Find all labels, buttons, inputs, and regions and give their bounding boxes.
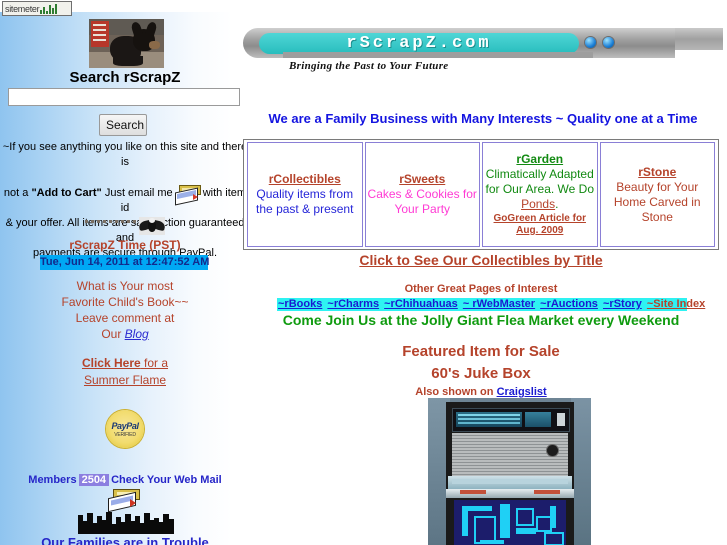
time-label: rScrapZ Time (PST) — [69, 238, 181, 252]
page-root: sitemeter Search rScrapZ Search ~If you … — [0, 0, 727, 545]
featured-item-name: 60's Juke Box — [431, 365, 531, 382]
sitemeter-badge[interactable]: sitemeter — [2, 1, 72, 16]
category-desc-rcollectibles: Quality items from the past & present — [256, 187, 354, 216]
banner-jewel-icon-1 — [585, 37, 596, 48]
nav-link-rbooks[interactable]: ~rBooks — [278, 298, 322, 310]
email-icon[interactable] — [174, 185, 201, 206]
nav-link-rcharms[interactable]: ~rCharms — [327, 298, 379, 310]
blurb-line-2a: not a — [3, 187, 32, 199]
category-desc-rstone: Beauty for Your Home Carved in Stone — [613, 179, 701, 224]
blurb-line-2c: Just email me — [101, 187, 173, 199]
paypal-verified-text: VERIFIED — [114, 432, 136, 438]
search-heading: Search rScrapZ — [69, 69, 181, 86]
craigslist-link[interactable]: Craigslist — [497, 386, 547, 398]
site-banner: rScrapZ.com Bringing the Past to Your Fu… — [243, 28, 723, 84]
category-desc-rgarden: Climatically Adapted for Our Area. We Do… — [484, 167, 596, 212]
category-desc-rsweets: Cakes & Cookies for Your Party — [367, 187, 477, 216]
also-shown-row: Also shown on Craigslist — [243, 386, 719, 398]
members-label: Members — [28, 474, 77, 486]
nav-link-rwebmaster[interactable]: ~ rWebMaster — [463, 298, 535, 310]
category-table: rCollectibles Quality items from the pas… — [243, 139, 719, 250]
nav-link-rchihuahuas[interactable]: ~rChihuahuas — [384, 298, 458, 310]
banner-jewel-icon-2 — [603, 37, 614, 48]
search-input[interactable] — [8, 88, 240, 106]
dashed-rule — [85, 220, 139, 224]
blog-line-3: Leave comment at — [75, 311, 175, 325]
eagle-divider — [0, 217, 250, 237]
ponds-link[interactable]: Ponds — [521, 197, 555, 211]
blog-line-1: What is Your most — [76, 279, 174, 293]
families-caption: Our Families are in Trouble — [41, 535, 209, 545]
rgarden-desc-period: . — [555, 197, 559, 211]
for-a-text: for a — [140, 356, 169, 370]
blurb-line-1: ~If you see anything you like on this si… — [2, 141, 248, 168]
families-silhouette-image — [62, 510, 190, 534]
chihuahua-photo — [89, 19, 164, 68]
nav-link-rauctions[interactable]: ~rAuctions — [540, 298, 598, 310]
category-title-rstone[interactable]: rStone — [638, 165, 676, 179]
nav-link-rstory[interactable]: ~rStory — [603, 298, 642, 310]
paypal-verified-seal[interactable]: PayPal VERIFIED — [104, 408, 146, 450]
featured-item-heading: Featured Item for Sale — [402, 343, 560, 360]
category-title-rgarden[interactable]: rGarden — [516, 152, 563, 166]
paypal-wordmark: PayPal — [111, 421, 139, 431]
summer-flame-promo: Click Here for a Summer Flame — [0, 355, 250, 389]
add-to-cart-text: "Add to Cart" — [31, 187, 102, 199]
members-webmail-row: Members 2504 Check Your Web Mail — [0, 474, 250, 486]
category-cell-rcollectibles[interactable]: rCollectibles Quality items from the pas… — [247, 142, 363, 247]
flea-market-announcement: Come Join Us at the Jolly Giant Flea Mar… — [282, 312, 680, 328]
also-shown-prefix: Also shown on — [415, 386, 497, 398]
category-cell-rgarden[interactable]: rGarden Climatically Adapted for Our Are… — [482, 142, 598, 247]
summer-flame-link-2[interactable]: Summer Flame — [84, 373, 166, 387]
category-title-rcollectibles[interactable]: rCollectibles — [269, 172, 341, 186]
nav-link-site-index[interactable]: ~Site Index — [647, 298, 705, 310]
banner-pill: rScrapZ.com — [259, 33, 579, 54]
see-collectibles-link[interactable]: Click to See Our Collectibles by Title — [243, 252, 719, 268]
category-cell-rstone[interactable]: rStone Beauty for Your Home Carved in St… — [599, 142, 715, 247]
rgarden-desc-text: Climatically Adapted for Our Area. We Do — [485, 167, 595, 196]
search-button[interactable]: Search — [99, 114, 147, 136]
jukebox-photo[interactable] — [428, 398, 591, 545]
site-title: rScrapZ.com — [346, 34, 492, 53]
webmail-label[interactable]: Check Your Web Mail — [111, 474, 222, 486]
blog-link[interactable]: Blog — [125, 327, 149, 341]
nav-links-row: ~rBooks ~rCharms ~rChihuahuas ~ rWebMast… — [277, 298, 705, 311]
members-counter: 2504 — [78, 474, 110, 486]
category-title-rsweets[interactable]: rSweets — [399, 172, 445, 186]
clock-display: Tue, Jun 14, 2011 at 12:47:52 AM — [40, 255, 210, 270]
eagle-icon — [139, 217, 165, 235]
category-cell-rsweets[interactable]: rSweets Cakes & Cookies for Your Party — [364, 142, 480, 247]
site-slogan: Bringing the Past to Your Future — [289, 60, 449, 72]
site-tagline: We are a Family Business with Many Inter… — [268, 111, 698, 126]
sitemeter-bars-icon — [40, 3, 58, 14]
webmail-icon[interactable] — [108, 489, 141, 513]
blog-line-2: Favorite Child's Book~~ — [61, 295, 189, 309]
other-pages-heading: Other Great Pages of Interest — [404, 283, 558, 295]
blog-line-4-prefix: Our — [101, 327, 125, 341]
gogreen-article-link[interactable]: GoGreen Article for Aug. 2009 — [484, 213, 596, 237]
summer-flame-link[interactable]: Click Here for a — [82, 356, 168, 370]
click-here-text: Click Here — [81, 356, 141, 370]
sitemeter-label: sitemeter — [5, 3, 40, 14]
blog-prompt: What is Your most Favorite Child's Book~… — [0, 278, 250, 342]
banner-slogan-plate: Bringing the Past to Your Future — [283, 58, 593, 75]
